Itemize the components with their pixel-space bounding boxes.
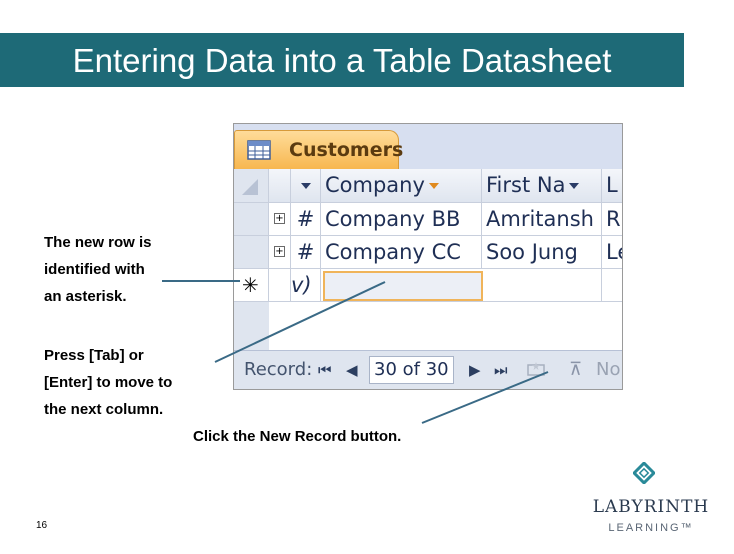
labyrinth-logo: LABYRINTH LEARNING™ bbox=[586, 459, 716, 539]
page-number: 16 bbox=[36, 520, 48, 531]
access-datasheet: Customers Company First Na L + # Company… bbox=[233, 123, 623, 390]
record-label: Record: bbox=[244, 359, 313, 380]
column-header-last-label: L bbox=[606, 173, 618, 197]
record-selector[interactable] bbox=[234, 236, 269, 268]
column-header-last-name[interactable]: L bbox=[602, 169, 622, 202]
expand-plus-icon[interactable]: + bbox=[274, 246, 285, 257]
callout-asterisk: The new row is identified with an asteri… bbox=[44, 229, 152, 310]
company-cell[interactable]: Company CC bbox=[321, 236, 482, 268]
filter-label: No bbox=[596, 359, 621, 380]
asterisk-icon: ✳ bbox=[242, 273, 259, 297]
tab-label: Customers bbox=[289, 139, 404, 161]
column-header-first-label: First Na bbox=[486, 173, 566, 197]
new-first-name-cell[interactable] bbox=[482, 269, 602, 301]
callout-new-record: Click the New Record button. bbox=[193, 428, 402, 445]
new-record-selector[interactable]: ✳ bbox=[234, 269, 269, 301]
callout-tab-line-2: [Enter] to move to bbox=[44, 374, 173, 391]
callout-asterisk-line-1: The new row is bbox=[44, 234, 152, 251]
column-header-first-name[interactable]: First Na bbox=[482, 169, 602, 202]
last-record-button[interactable]: ⏭ bbox=[494, 361, 508, 379]
new-id-cell[interactable]: v) bbox=[291, 269, 321, 301]
new-company-cell-active[interactable] bbox=[323, 271, 483, 301]
last-name-cell[interactable]: Le bbox=[602, 236, 622, 268]
first-name-cell[interactable]: Soo Jung bbox=[482, 236, 602, 268]
id-cell[interactable]: # bbox=[291, 236, 321, 268]
header-id-dropdown[interactable] bbox=[291, 169, 321, 202]
column-header-company-label: Company bbox=[325, 173, 425, 197]
record-selector[interactable] bbox=[234, 203, 269, 235]
slide-title: Entering Data into a Table Datasheet bbox=[72, 42, 612, 79]
callout-tab: Press [Tab] or [Enter] to move to the ne… bbox=[44, 342, 172, 423]
logo-wordmark: LABYRINTH bbox=[592, 497, 710, 517]
logo-subtitle: LEARNING™ bbox=[608, 522, 694, 534]
header-expand-col bbox=[269, 169, 291, 202]
current-record-field[interactable]: 30 of 30 bbox=[369, 356, 454, 384]
callout-asterisk-line-3: an asterisk. bbox=[44, 288, 127, 305]
callout-tab-line-3: the next column. bbox=[44, 401, 164, 418]
table-icon bbox=[247, 140, 271, 160]
table-row[interactable]: + # Company CC Soo Jung Le bbox=[234, 236, 622, 269]
corner-triangle-icon bbox=[242, 179, 258, 195]
column-header-company[interactable]: Company bbox=[321, 169, 482, 202]
title-bar: Entering Data into a Table Datasheet bbox=[0, 33, 684, 87]
previous-record-button[interactable]: ◀ bbox=[346, 361, 358, 379]
select-all-corner[interactable] bbox=[234, 169, 269, 202]
id-cell[interactable]: # bbox=[291, 203, 321, 235]
expand-cell bbox=[269, 269, 291, 301]
expand-plus-icon[interactable]: + bbox=[274, 213, 285, 224]
record-navigation-bar: Record: ⏮ ◀ 30 of 30 ▶ ⏭ ⊼ No bbox=[234, 350, 622, 389]
header-row: Company First Na L bbox=[234, 169, 622, 203]
tab-strip: Customers bbox=[234, 124, 622, 169]
company-cell[interactable]: Company BB bbox=[321, 203, 482, 235]
first-record-button[interactable]: ⏮ bbox=[318, 361, 332, 379]
new-record-button[interactable] bbox=[527, 361, 545, 379]
table-row[interactable]: + # Company BB Amritansh R bbox=[234, 203, 622, 236]
callout-asterisk-line-2: identified with bbox=[44, 261, 145, 278]
next-record-button[interactable]: ▶ bbox=[469, 361, 481, 379]
new-record-row[interactable]: ✳ v) bbox=[234, 269, 622, 302]
last-name-cell[interactable]: R bbox=[602, 203, 622, 235]
tab-customers[interactable]: Customers bbox=[234, 130, 403, 169]
labyrinth-diamond-icon bbox=[633, 462, 655, 484]
dropdown-arrow-icon bbox=[569, 183, 580, 189]
callout-tab-line-1: Press [Tab] or bbox=[44, 347, 144, 364]
dropdown-arrow-icon bbox=[300, 183, 311, 189]
dropdown-arrow-icon bbox=[428, 183, 439, 189]
expand-cell[interactable]: + bbox=[269, 236, 291, 268]
new-last-name-cell[interactable] bbox=[602, 269, 622, 301]
expand-cell[interactable]: + bbox=[269, 203, 291, 235]
first-name-cell[interactable]: Amritansh bbox=[482, 203, 602, 235]
filter-icon[interactable]: ⊼ bbox=[569, 359, 582, 380]
